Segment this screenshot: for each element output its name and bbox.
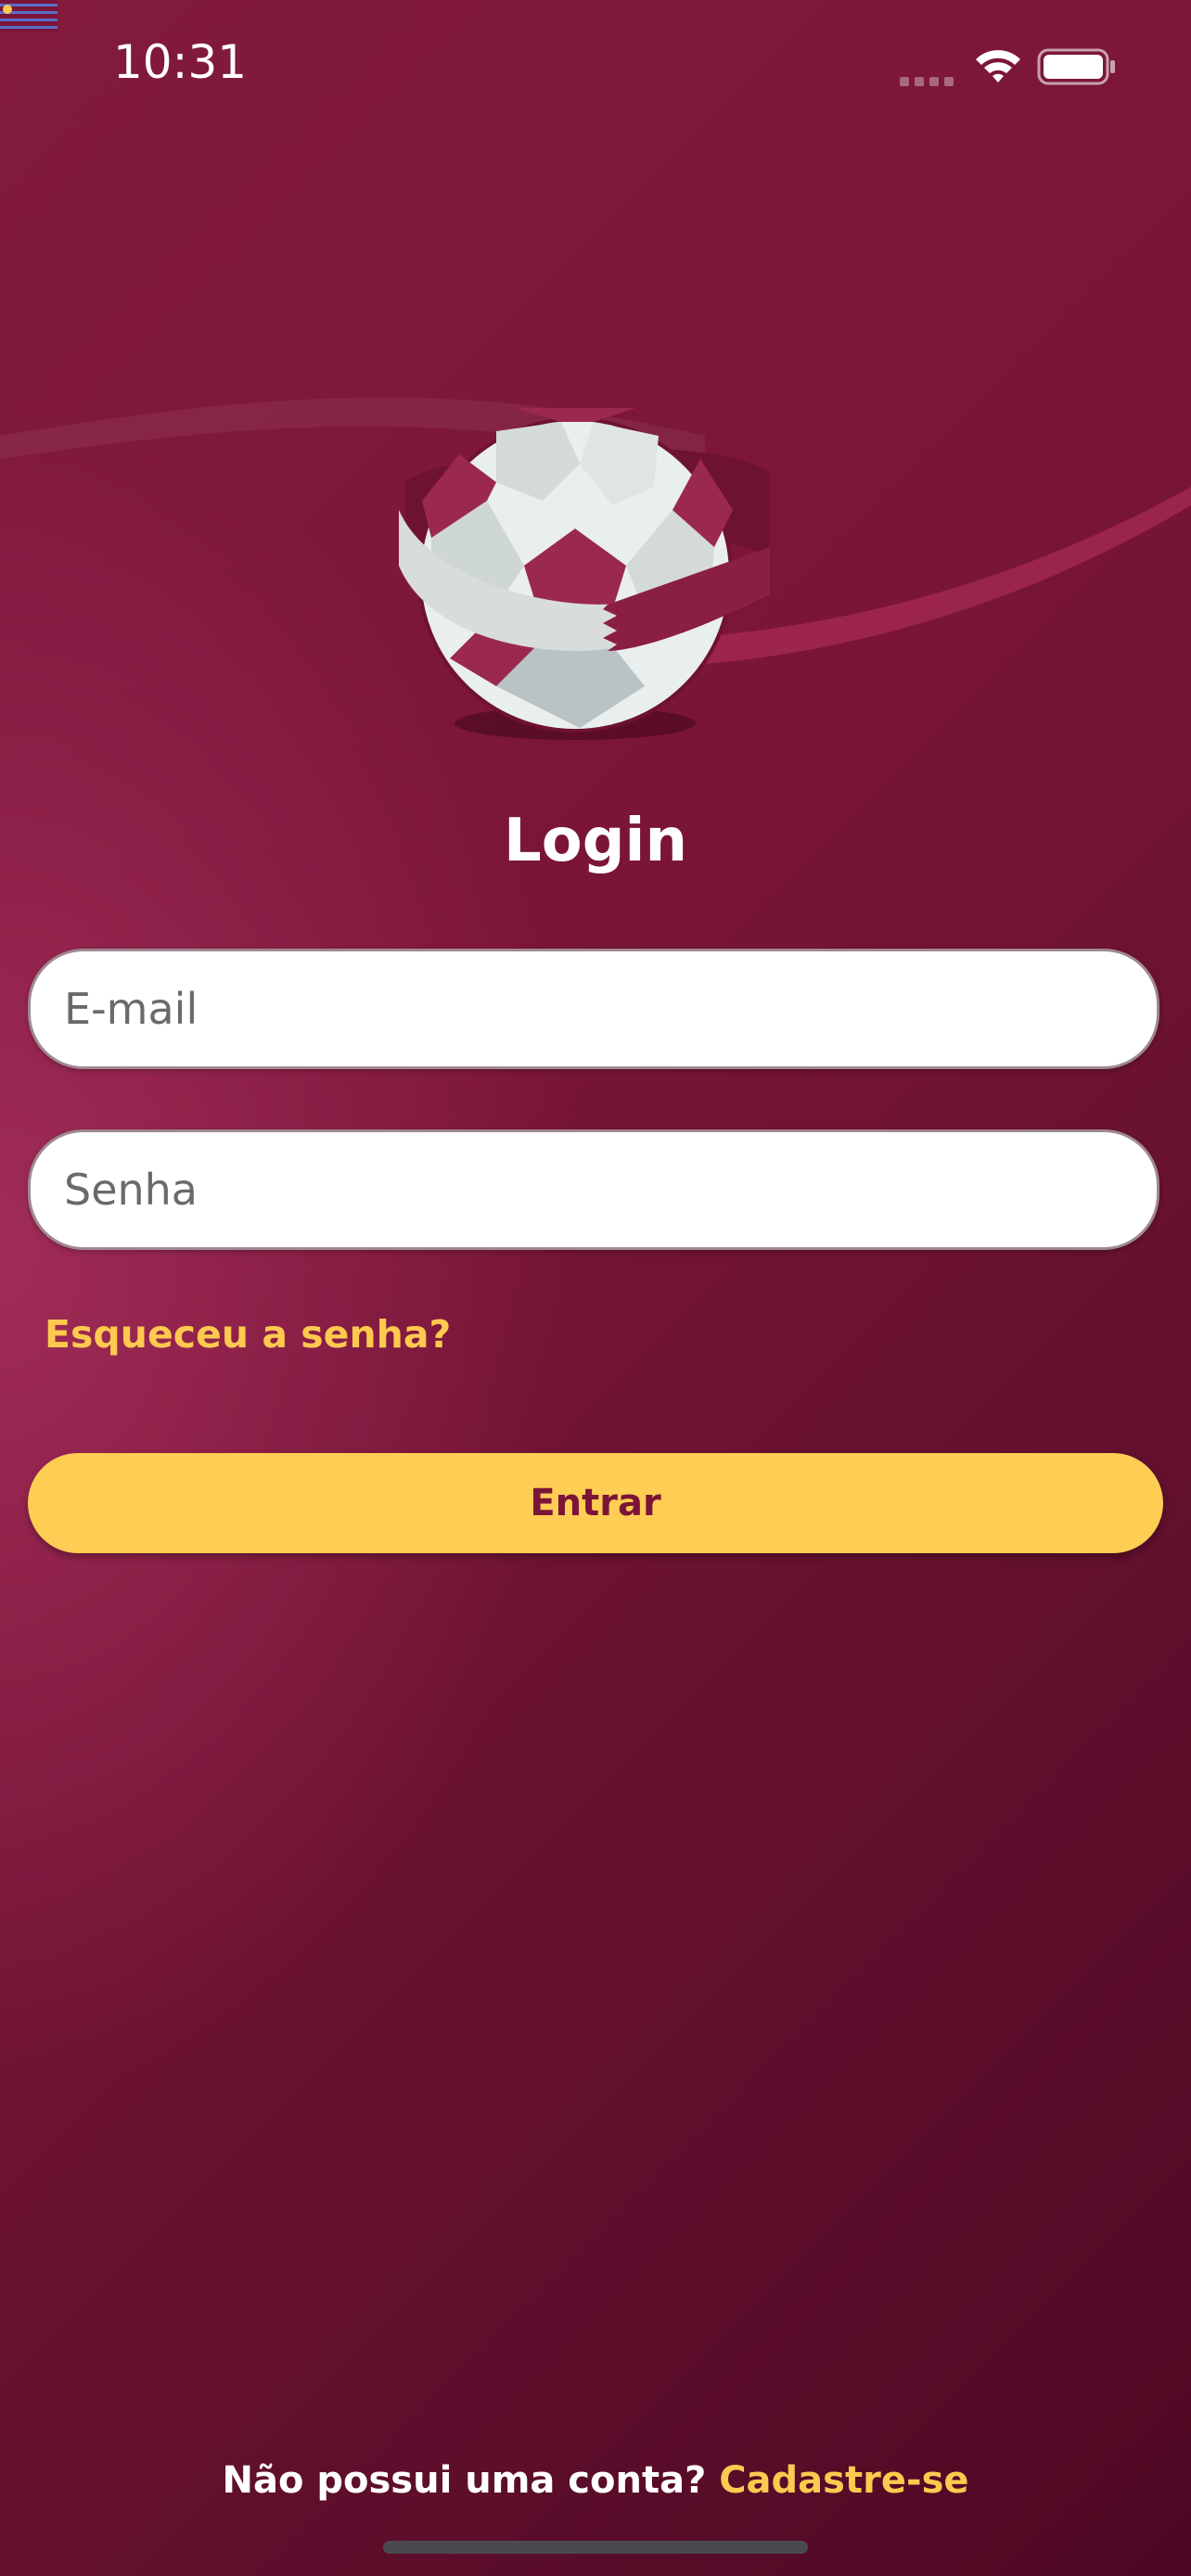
password-input[interactable] <box>64 1132 1121 1247</box>
email-input[interactable] <box>64 951 1121 1066</box>
cellular-signal-icon <box>900 74 957 86</box>
status-bar: 10:31 <box>0 0 1191 130</box>
wifi-icon <box>974 46 1022 85</box>
debug-flag-icon <box>0 0 58 32</box>
status-time: 10:31 <box>113 35 248 89</box>
email-field[interactable] <box>28 949 1159 1069</box>
signup-row: Não possui uma conta? Cadastre-se <box>0 2459 1191 2502</box>
password-field[interactable] <box>28 1129 1159 1250</box>
signup-link[interactable]: Cadastre-se <box>719 2459 968 2502</box>
home-indicator <box>383 2541 808 2554</box>
battery-icon <box>1037 48 1117 85</box>
forgot-password-link[interactable]: Esqueceu a senha? <box>45 1312 451 1357</box>
soccer-ball-icon <box>394 408 775 751</box>
page-title: Login <box>503 807 688 875</box>
signup-prompt: Não possui uma conta? <box>222 2459 720 2502</box>
login-button[interactable]: Entrar <box>28 1453 1163 1553</box>
